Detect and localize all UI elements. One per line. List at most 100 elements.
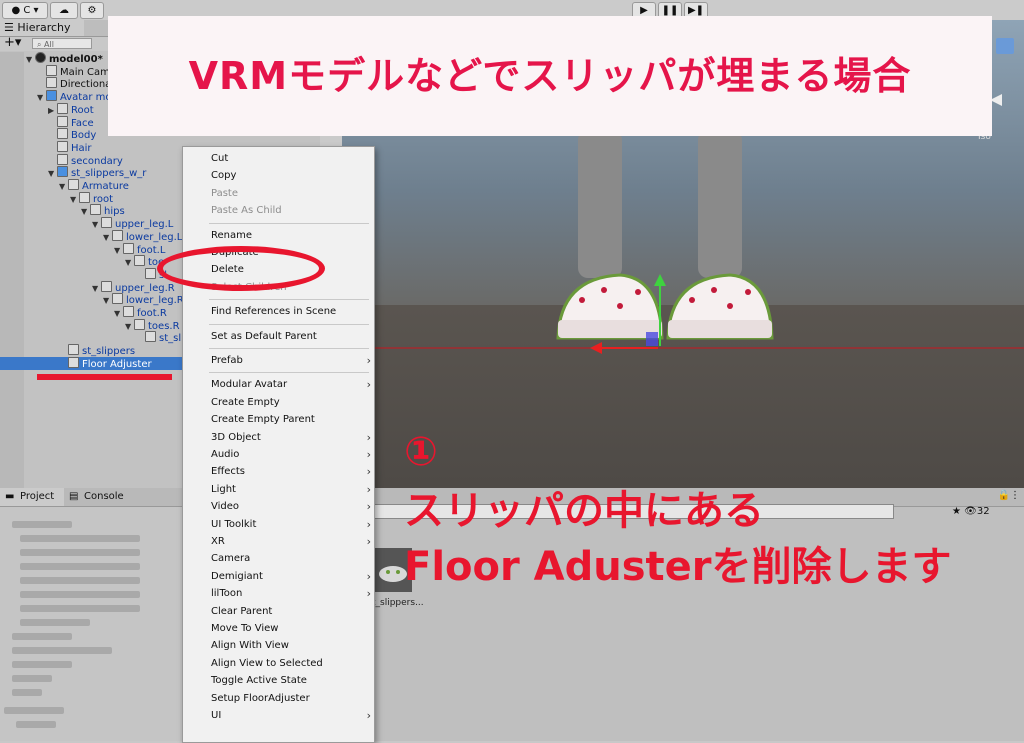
- hierarchy-row[interactable]: ▼ foot.R: [0, 306, 167, 319]
- menu-item-ui-toolkit[interactable]: UI Toolkit ›: [211, 516, 371, 533]
- menu-item-liltoon[interactable]: lilToon ›: [211, 585, 371, 602]
- hierarchy-row[interactable]: Body: [0, 128, 96, 141]
- menu-item-demigiant[interactable]: Demigiant ›: [211, 568, 371, 585]
- hierarchy-row[interactable]: Face: [0, 115, 94, 129]
- menu-item-copy[interactable]: Copy: [211, 167, 371, 184]
- folder-row[interactable]: [20, 605, 140, 612]
- menu-item-audio[interactable]: Audio ›: [211, 446, 371, 463]
- hierarchy-row[interactable]: secondary: [0, 153, 123, 167]
- chevron-right-icon: ›: [366, 378, 371, 392]
- folder-row[interactable]: [12, 521, 72, 528]
- menu-item-toggle-active-state[interactable]: Toggle Active State: [211, 672, 371, 689]
- menu-item-label: 3D Object: [211, 431, 261, 443]
- hierarchy-row[interactable]: ▼ Armature: [0, 179, 129, 192]
- visibility-icon[interactable]: 👁: [964, 506, 977, 517]
- hierarchy-row[interactable]: ▼ upper_leg.R: [0, 280, 175, 294]
- account-label: C: [23, 5, 31, 16]
- menu-item-effects[interactable]: Effects ›: [211, 463, 371, 480]
- star-icon[interactable]: ★: [952, 506, 961, 517]
- cube-icon: [68, 179, 79, 190]
- menu-item-cut[interactable]: Cut: [211, 150, 371, 167]
- hierarchy-row-label: Root: [71, 104, 94, 116]
- menu-item-create-empty-parent[interactable]: Create Empty Parent: [211, 411, 371, 428]
- hierarchy-search-input[interactable]: ⌕ All: [32, 38, 92, 49]
- hierarchy-row[interactable]: Main Cam: [0, 64, 110, 78]
- tab-hierarchy[interactable]: ☰ Hierarchy: [0, 20, 84, 36]
- folder-row[interactable]: [12, 689, 42, 696]
- account-button[interactable]: ● C ▾: [2, 2, 48, 19]
- view-gizmo-icon[interactable]: [996, 38, 1014, 54]
- menu-item-set-as-default-parent[interactable]: Set as Default Parent: [211, 328, 371, 345]
- menu-item-3d-object[interactable]: 3D Object ›: [211, 429, 371, 446]
- prefab-icon: [57, 166, 68, 178]
- folder-row[interactable]: [20, 549, 140, 556]
- hierarchy-row[interactable]: st_sl: [0, 331, 181, 344]
- menu-separator: [209, 323, 369, 325]
- menu-item-align-view-to-selected[interactable]: Align View to Selected: [211, 655, 371, 672]
- hierarchy-row[interactable]: ▼ upper_leg.L: [0, 217, 173, 230]
- hierarchy-row-label: Directiona: [60, 79, 112, 91]
- project-folder-tree[interactable]: [0, 507, 180, 741]
- hierarchy-row-label: Hair: [71, 142, 92, 154]
- hierarchy-row[interactable]: ▼ lower_leg.L: [0, 229, 182, 243]
- menu-item-clear-parent[interactable]: Clear Parent: [211, 603, 371, 620]
- hierarchy-row[interactable]: ▼ toes.R: [0, 318, 180, 332]
- folder-row[interactable]: [12, 661, 72, 668]
- folder-row[interactable]: [4, 707, 64, 714]
- hierarchy-row-label: root: [93, 193, 114, 205]
- hierarchy-row[interactable]: ▼ foot.L: [0, 242, 165, 256]
- menu-item-ui[interactable]: UI ›: [211, 707, 371, 724]
- folder-row[interactable]: [20, 535, 140, 542]
- menu-item-label: Paste As Child: [211, 205, 282, 217]
- folder-row[interactable]: [20, 591, 140, 598]
- hierarchy-row[interactable]: Directiona: [0, 77, 111, 90]
- hierarchy-row-label: model00*: [49, 54, 103, 65]
- gizmo-plane-handle[interactable]: [646, 332, 658, 346]
- hierarchy-row[interactable]: st_slippers: [0, 344, 135, 357]
- folder-row[interactable]: [12, 675, 52, 682]
- menu-item-align-with-view[interactable]: Align With View: [211, 637, 371, 654]
- hierarchy-row[interactable]: Floor Adjuster: [0, 356, 182, 370]
- menu-item-xr[interactable]: XR ›: [211, 533, 371, 550]
- hierarchy-row[interactable]: ▼ st_slippers_w_r: [0, 166, 146, 179]
- menu-item-setup-flooradjuster[interactable]: Setup FloorAdjuster: [211, 690, 371, 707]
- menu-item-move-to-view[interactable]: Move To View: [211, 620, 371, 637]
- folder-row[interactable]: [16, 721, 56, 728]
- hierarchy-row[interactable]: ▼ lower_leg.R: [0, 293, 184, 306]
- lock-icon[interactable]: 🔒⋮: [998, 490, 1020, 501]
- collab-icon[interactable]: ⚙: [80, 2, 104, 19]
- menu-item-label: Copy: [211, 170, 237, 182]
- menu-item-video[interactable]: Video ›: [211, 498, 371, 515]
- menu-item-create-empty[interactable]: Create Empty: [211, 394, 371, 411]
- hierarchy-row[interactable]: Hair: [0, 140, 92, 154]
- context-menu: Cut Copy Paste Paste As Child Rename Duplicat…: [182, 146, 375, 743]
- hierarchy-row[interactable]: ▼ toe: [0, 255, 164, 268]
- menu-item-modular-avatar[interactable]: Modular Avatar ›: [211, 376, 371, 393]
- folder-row[interactable]: [20, 577, 140, 584]
- hierarchy-row[interactable]: ▼ root: [0, 191, 114, 205]
- cube-icon: [134, 318, 145, 330]
- menu-item-light[interactable]: Light ›: [211, 481, 371, 498]
- menu-item-camera[interactable]: Camera: [211, 550, 371, 567]
- folder-row[interactable]: [12, 633, 72, 640]
- menu-item-label: Light: [211, 483, 236, 495]
- tab-project[interactable]: ▬ Project: [0, 488, 64, 506]
- folder-row[interactable]: [12, 647, 112, 654]
- menu-item-find-references-in-scene[interactable]: Find References in Scene: [211, 303, 371, 320]
- gizmo-y-arrow[interactable]: [654, 274, 666, 286]
- folder-icon: ▬: [5, 491, 15, 502]
- tab-console[interactable]: ▤ Console: [64, 488, 136, 506]
- hierarchy-row[interactable]: sl: [0, 267, 167, 281]
- folder-row[interactable]: [20, 563, 140, 570]
- gizmo-x-arrow[interactable]: [590, 342, 602, 354]
- hierarchy-row[interactable]: ▼ Avatar mo: [0, 90, 112, 103]
- hierarchy-row[interactable]: ▼ hips: [0, 204, 125, 217]
- hierarchy-row[interactable]: ▶ Root: [0, 102, 94, 116]
- menu-item-label: Setup FloorAdjuster: [211, 692, 310, 704]
- cloud-icon[interactable]: ☁: [50, 2, 78, 19]
- menu-item-prefab[interactable]: Prefab ›: [211, 352, 371, 369]
- add-icon[interactable]: +▾: [4, 35, 21, 50]
- menu-item-rename[interactable]: Rename: [211, 227, 371, 244]
- hierarchy-row[interactable]: ▼ model00*: [0, 52, 103, 65]
- folder-row[interactable]: [20, 619, 90, 626]
